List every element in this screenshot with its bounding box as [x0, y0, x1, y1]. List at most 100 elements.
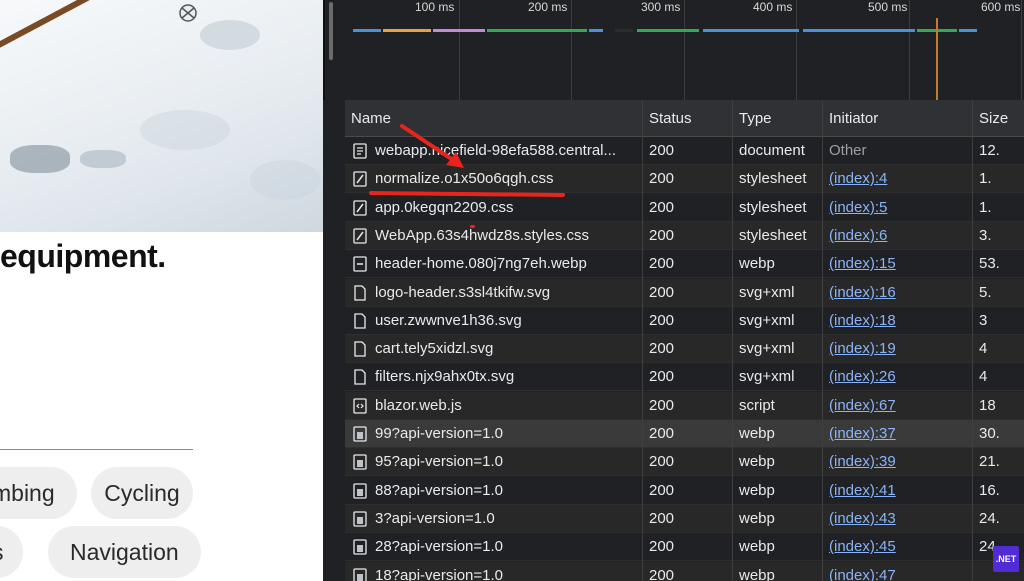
category-chip[interactable]: s	[0, 526, 23, 578]
category-chip-navigation[interactable]: Navigation	[48, 526, 201, 578]
request-name: 88?api-version=1.0	[375, 481, 504, 499]
request-name: header-home.080j7ng7eh.webp	[375, 255, 587, 273]
request-initiator[interactable]: (index):37	[829, 420, 969, 448]
col-header-name[interactable]: Name	[345, 100, 643, 137]
col-header-status[interactable]: Status	[643, 100, 733, 137]
request-type: webp	[739, 425, 775, 442]
request-type: stylesheet	[739, 226, 807, 244]
request-initiator[interactable]: (index):6	[829, 222, 969, 250]
table-row[interactable]: 28?api-version=1.0 200 webp (index):45 24.	[345, 533, 1024, 562]
table-row[interactable]: header-home.080j7ng7eh.webp 200 webp (index…	[345, 250, 1024, 279]
dotnet-badge-icon: .NET	[993, 546, 1019, 572]
request-initiator[interactable]: (index):19	[829, 335, 969, 363]
request-size: 53.	[979, 255, 1000, 273]
table-row[interactable]: logo-header.s3sl4tkifw.svg 200 svg+xml (ind…	[345, 278, 1024, 307]
timeline-bar	[589, 29, 603, 32]
request-type: script	[739, 396, 775, 414]
request-type: svg+xml	[739, 311, 795, 329]
tick-label: 400 ms	[753, 0, 793, 14]
request-initiator[interactable]: (index):5	[829, 194, 969, 222]
request-size: 24.	[979, 509, 1000, 527]
table-row[interactable]: 3?api-version=1.0 200 webp (index):43 24.	[345, 504, 1024, 533]
network-overview-timeline[interactable]: 100 ms 200 ms 300 ms 400 ms 500 ms 600 m…	[323, 0, 1024, 100]
request-initiator[interactable]: (index):26	[829, 363, 969, 391]
divider	[0, 449, 193, 450]
image-thumb-icon	[353, 567, 367, 581]
tick-label: 200 ms	[528, 0, 568, 14]
request-type: webp	[739, 255, 775, 273]
request-initiator[interactable]: (index):18	[829, 307, 969, 335]
request-size: 4	[979, 340, 988, 358]
timeline-bar	[487, 29, 587, 32]
table-row[interactable]: WebApp.63s4hwdz8s.styles.css 200 styleshee…	[345, 221, 1024, 250]
request-initiator[interactable]: (index):4	[829, 165, 969, 193]
ski-pole-basket-icon	[179, 4, 197, 22]
image-thumb-icon	[353, 426, 367, 442]
request-name: 28?api-version=1.0	[375, 538, 504, 556]
request-size: 21.	[979, 453, 1000, 471]
table-row[interactable]: 95?api-version=1.0 200 webp (index):39 21.	[345, 448, 1024, 477]
timeline-bar	[637, 29, 699, 32]
red-mark-annotation	[470, 225, 475, 228]
timeline-bar	[803, 29, 915, 32]
request-initiator[interactable]: (index):16	[829, 279, 969, 307]
request-initiator[interactable]: (index):39	[829, 448, 969, 476]
image-thumb-icon	[353, 454, 367, 470]
col-header-type[interactable]: Type	[733, 100, 823, 137]
request-type: svg+xml	[739, 340, 795, 358]
request-type: webp	[739, 481, 775, 499]
table-row[interactable]: cart.tely5xidzl.svg 200 svg+xml (index):19 4	[345, 335, 1024, 364]
col-header-size[interactable]: Size	[973, 100, 1024, 137]
request-size: 1.	[979, 170, 992, 188]
request-name: cart.tely5xidzl.svg	[375, 340, 494, 358]
request-status: 200	[649, 198, 675, 216]
timeline-bar	[959, 29, 977, 32]
request-name: 18?api-version=1.0	[375, 566, 504, 581]
table-row[interactable]: 18?api-version=1.0 200 webp (index):47	[345, 561, 1024, 581]
table-row[interactable]: blazor.web.js 200 script (index):67 18	[345, 391, 1024, 420]
request-size: 16.	[979, 481, 1000, 499]
request-size: 30.	[979, 425, 1000, 442]
request-name: blazor.web.js	[375, 396, 462, 414]
stylesheet-icon	[353, 199, 367, 216]
file-icon	[353, 341, 367, 357]
tick-label: 100 ms	[415, 0, 455, 14]
request-name: logo-header.s3sl4tkifw.svg	[375, 283, 551, 301]
request-type: stylesheet	[739, 170, 807, 188]
request-type: document	[739, 142, 805, 159]
request-status: 200	[649, 425, 675, 442]
request-status: 200	[649, 566, 675, 581]
request-initiator[interactable]: (index):41	[829, 477, 969, 505]
stylesheet-icon	[353, 228, 367, 244]
request-initiator[interactable]: (index):15	[829, 250, 969, 278]
request-size: 18	[979, 396, 996, 414]
category-chip[interactable]: mbing	[0, 467, 77, 519]
request-initiator[interactable]: (index):47	[829, 562, 969, 581]
request-name: WebApp.63s4hwdz8s.styles.css	[375, 226, 589, 244]
overview-drag-handle[interactable]	[329, 2, 333, 60]
timeline-bar	[703, 29, 799, 32]
table-row[interactable]: 99?api-version=1.0 200 webp (index):37 30.	[345, 420, 1024, 448]
table-row[interactable]: filters.njx9ahx0tx.svg 200 svg+xml (index):…	[345, 363, 1024, 392]
script-icon	[353, 398, 367, 414]
table-row[interactable]: user.zwwnve1h36.svg 200 svg+xml (index):18 3	[345, 306, 1024, 335]
tick-label: 500 ms	[868, 0, 908, 14]
request-status: 200	[649, 283, 675, 301]
request-type: stylesheet	[739, 198, 807, 216]
col-header-initiator[interactable]: Initiator	[823, 100, 973, 137]
request-status: 200	[649, 538, 675, 556]
request-type: webp	[739, 566, 775, 581]
request-initiator[interactable]: (index):67	[829, 392, 969, 420]
request-name: 99?api-version=1.0	[375, 425, 504, 442]
table-row[interactable]: 88?api-version=1.0 200 webp (index):41 16.	[345, 476, 1024, 505]
request-initiator[interactable]: (index):43	[829, 505, 969, 533]
request-status: 200	[649, 311, 675, 329]
table-row[interactable]: app.0kegqn2209.css 200 stylesheet (index):5…	[345, 193, 1024, 222]
timeline-bar	[433, 29, 485, 32]
category-chip-cycling[interactable]: Cycling	[91, 467, 193, 519]
request-initiator[interactable]: (index):45	[829, 533, 969, 561]
ski-pole	[0, 0, 194, 58]
request-status: 200	[649, 340, 675, 358]
request-name: app.0kegqn2209.css	[375, 198, 514, 216]
request-status: 200	[649, 509, 675, 527]
